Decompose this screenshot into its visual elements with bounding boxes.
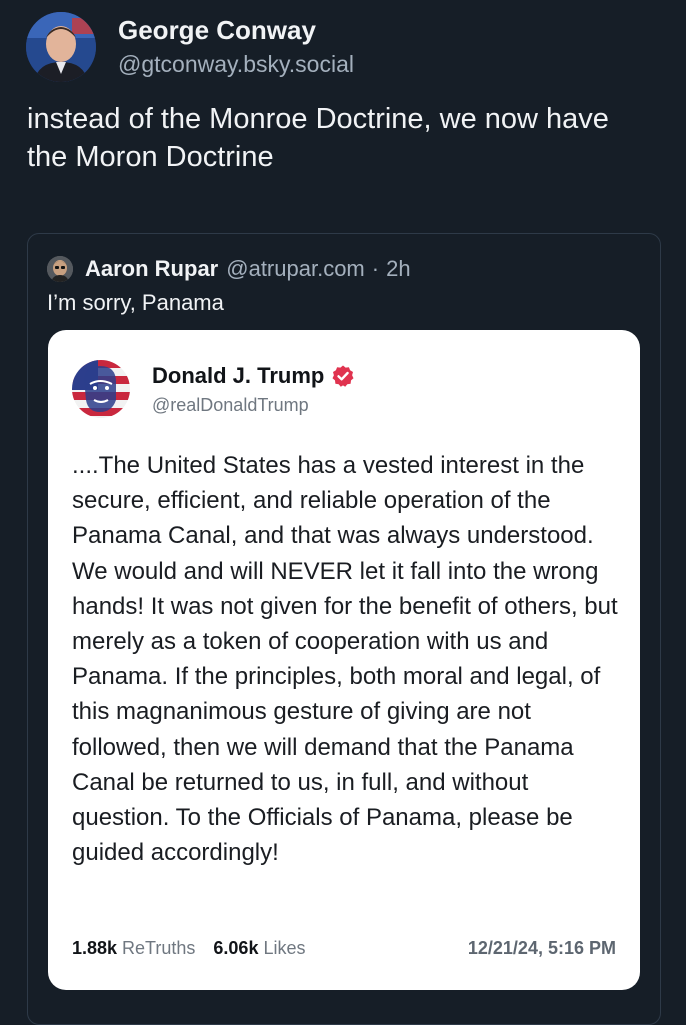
- embedded-author-avatar: [72, 360, 130, 418]
- author-handle[interactable]: @gtconway.bsky.social: [118, 49, 354, 79]
- quoted-post[interactable]: Aaron Rupar @atrupar.com · 2h I’m sorry,…: [27, 233, 661, 1025]
- post-header: George Conway @gtconway.bsky.social: [26, 12, 354, 82]
- embedded-author-handle: @realDonaldTrump: [152, 394, 309, 415]
- separator-dot: ·: [371, 256, 380, 281]
- likes-label: Likes: [263, 938, 306, 958]
- embedded-post-text: ....The United States has a vested inter…: [72, 452, 618, 867]
- embedded-post-stats: 1.88k ReTruths 6.06k Likes 12/21/24, 5:1…: [72, 938, 616, 959]
- quoted-post-time[interactable]: 2h: [386, 256, 410, 282]
- quoted-author-name[interactable]: Aaron Rupar: [85, 256, 218, 282]
- retruths-label: ReTruths: [122, 938, 196, 958]
- quoted-author-avatar[interactable]: [47, 256, 73, 282]
- avatar[interactable]: [26, 12, 96, 82]
- quoted-post-header: Aaron Rupar @atrupar.com · 2h: [47, 256, 411, 282]
- embedded-post-header: Donald J. Trump @realDonaldTrump: [72, 360, 355, 418]
- post-text: instead of the Monroe Doctrine, we now h…: [27, 103, 609, 173]
- author-name[interactable]: George Conway: [118, 15, 354, 45]
- embedded-post-timestamp: 12/21/24, 5:16 PM: [467, 938, 616, 958]
- embedded-image-card[interactable]: Donald J. Trump @realDonaldTrump ....The…: [48, 330, 640, 990]
- quoted-author-handle[interactable]: @atrupar.com: [226, 256, 365, 282]
- retruths-count: 1.88k: [72, 938, 118, 958]
- embedded-author-name: Donald J. Trump: [152, 362, 325, 388]
- likes-count: 6.06k: [213, 938, 259, 958]
- verified-badge-icon: [332, 365, 354, 387]
- quoted-post-text: I’m sorry, Panama: [47, 290, 224, 315]
